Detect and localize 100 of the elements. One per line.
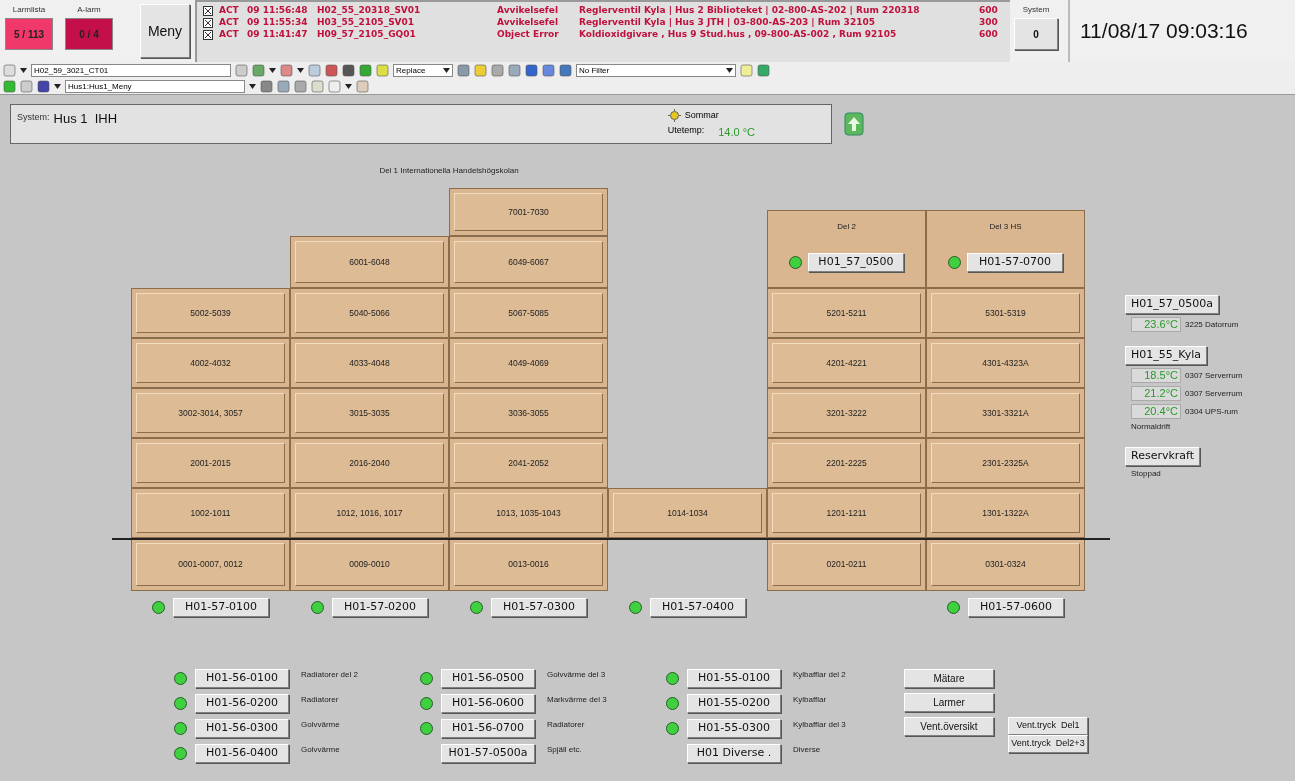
room-button[interactable]: 5002-5039 bbox=[136, 293, 285, 333]
room-button[interactable]: 1012, 1016, 1017 bbox=[295, 493, 444, 533]
controller-button[interactable]: H01-56-0100 bbox=[195, 669, 289, 688]
alarm-state: ACT bbox=[219, 16, 240, 30]
alarm-description: Reglerventil Kyla | Hus 3 JTH | 03-800-AS-203 | Rum 32105 bbox=[579, 16, 876, 30]
room-button[interactable]: 3015-3035 bbox=[295, 393, 444, 433]
controller-button[interactable]: H01-55-0100 bbox=[687, 669, 781, 688]
system-button[interactable]: Reservkraft bbox=[1125, 447, 1201, 466]
room-button[interactable]: 5301-5319 bbox=[931, 293, 1080, 333]
caret-icon[interactable] bbox=[54, 83, 61, 89]
caret-icon[interactable] bbox=[269, 67, 276, 73]
controller-button[interactable]: H01-57-0200 bbox=[332, 597, 428, 617]
controller-button[interactable]: H01-57-0600 bbox=[968, 597, 1064, 617]
controller-description: Radiatorer bbox=[301, 694, 339, 706]
room-button[interactable]: 1013, 1035-1043 bbox=[454, 493, 603, 533]
room-button[interactable]: 2301-2325A bbox=[931, 443, 1080, 483]
up-arrow-button[interactable] bbox=[844, 112, 864, 136]
controller-button[interactable]: H01-57-0400 bbox=[650, 597, 746, 617]
room-button[interactable]: 0009-0010 bbox=[295, 543, 444, 586]
controller-button[interactable]: H01-56-0600 bbox=[441, 694, 535, 713]
menu-button[interactable]: Vent.tryck Del1 bbox=[1008, 717, 1088, 735]
caret-icon[interactable] bbox=[20, 67, 27, 73]
room-button[interactable]: 5067-5085 bbox=[454, 293, 603, 333]
room-button[interactable]: 1014-1034 bbox=[613, 493, 762, 533]
room-button[interactable]: 6001-6048 bbox=[295, 241, 444, 283]
alarm-description: Reglerventil Kyla | Hus 2 Biblioteket | 02-800-AS-202 | Rum 220318 bbox=[579, 4, 921, 18]
room-button[interactable]: 5040-5066 bbox=[295, 293, 444, 333]
temperature-reading: 18.5°C bbox=[1131, 368, 1181, 383]
room-button[interactable]: 3201-3222 bbox=[772, 393, 921, 433]
alarm-state: ACT bbox=[219, 28, 240, 42]
season-label: Sommar bbox=[684, 109, 719, 122]
room-button[interactable]: 6049-6067 bbox=[454, 241, 603, 283]
room-button[interactable]: 2201-2225 bbox=[772, 443, 921, 483]
controller-button[interactable]: H01_57_0500 bbox=[808, 253, 904, 272]
caret-icon[interactable] bbox=[443, 67, 450, 73]
caret-icon[interactable] bbox=[249, 83, 256, 89]
room-button[interactable]: 2016-2040 bbox=[295, 443, 444, 483]
caret-icon[interactable] bbox=[726, 67, 733, 73]
room-button[interactable]: 4049-4069 bbox=[454, 343, 603, 383]
room-button[interactable]: 5201-5211 bbox=[772, 293, 921, 333]
controller-button[interactable]: H01-56-0200 bbox=[195, 694, 289, 713]
room-button[interactable]: 4301-4323A bbox=[931, 343, 1080, 383]
checkbox-icon[interactable] bbox=[203, 6, 213, 16]
alarm-type: Avvikelsefel bbox=[497, 16, 559, 30]
room-button[interactable]: 1201-1211 bbox=[772, 493, 921, 533]
section-title: Del 3 HS bbox=[989, 221, 1022, 233]
menu-button[interactable]: Mätare bbox=[904, 669, 994, 688]
menu-button[interactable]: Vent.tryck Del2+3 bbox=[1008, 735, 1088, 753]
room-button[interactable]: 2041-2052 bbox=[454, 443, 603, 483]
system-button[interactable]: H01_57_0500a bbox=[1125, 295, 1219, 314]
room-button[interactable]: 2001-2015 bbox=[136, 443, 285, 483]
menu-button[interactable]: Vent.översikt bbox=[904, 717, 994, 736]
caret-icon[interactable] bbox=[297, 67, 304, 73]
alarm-priority: 600 bbox=[979, 4, 998, 18]
room-label: 0307 Serverrum bbox=[1185, 369, 1243, 382]
controller-button[interactable]: H01-55-0300 bbox=[687, 719, 781, 738]
room-button[interactable]: 4002-4032 bbox=[136, 343, 285, 383]
system-button[interactable]: H01_55_Kyla bbox=[1125, 346, 1207, 365]
controller-button[interactable]: H01-56-0300 bbox=[195, 719, 289, 738]
controller-button[interactable]: H01-57-0300 bbox=[491, 597, 587, 617]
controller-button[interactable]: H01-55-0200 bbox=[687, 694, 781, 713]
room-button[interactable]: 0013-0016 bbox=[454, 543, 603, 586]
menu-button[interactable]: Meny bbox=[140, 4, 190, 58]
controller-description: Golvvärme del 3 bbox=[547, 669, 606, 681]
temperature-reading: 23.6°C bbox=[1131, 317, 1181, 332]
controller-button[interactable]: H01-56-0400 bbox=[195, 744, 289, 763]
room-button[interactable]: 1002-1011 bbox=[136, 493, 285, 533]
temperature-reading: 21.2°C bbox=[1131, 386, 1181, 401]
caret-icon[interactable] bbox=[345, 83, 352, 89]
room-button[interactable]: 7001-7030 bbox=[454, 193, 603, 231]
room-button[interactable]: 4201-4221 bbox=[772, 343, 921, 383]
room-button[interactable]: 0001-0007, 0012 bbox=[136, 543, 285, 586]
path-field[interactable]: Hus1:Hus1_Meny bbox=[65, 79, 245, 93]
controller-button[interactable]: H01 Diverse . bbox=[687, 744, 781, 763]
alarm-type: Avvikelsefel bbox=[497, 4, 559, 18]
room-button[interactable]: 3002-3014, 3057 bbox=[136, 393, 285, 433]
outdoor-temperature: 14.0 °C bbox=[718, 124, 755, 140]
controller-button[interactable]: H01-56-0700 bbox=[441, 719, 535, 738]
checkbox-icon[interactable] bbox=[203, 18, 213, 28]
alarm-counter[interactable]: 5 / 113 bbox=[5, 18, 53, 50]
object-field[interactable]: H02_59_3021_CT01 bbox=[31, 63, 231, 77]
checkbox-icon[interactable] bbox=[203, 30, 213, 40]
room-button[interactable]: 3301-3321A bbox=[931, 393, 1080, 433]
menu-button[interactable]: Larmer bbox=[904, 693, 994, 712]
room-button[interactable]: 4033-4048 bbox=[295, 343, 444, 383]
controller-button[interactable]: H01-57-0700 bbox=[967, 253, 1063, 272]
room-button[interactable]: 1301-1322A bbox=[931, 493, 1080, 533]
controller-description: Kylbafflar del 3 bbox=[793, 719, 846, 731]
system-name: Hus 1 IHH bbox=[53, 110, 118, 128]
counter-label: Larmlista bbox=[12, 4, 46, 16]
replace-dropdown[interactable]: Replace bbox=[393, 63, 453, 77]
controller-button[interactable]: H01-57-0500a bbox=[441, 744, 535, 763]
room-button[interactable]: 3036-3055 bbox=[454, 393, 603, 433]
alarm-tag: H09_57_2105_GQ01 bbox=[317, 28, 497, 42]
controller-button[interactable]: H01-57-0100 bbox=[173, 597, 269, 617]
controller-button[interactable]: H01-56-0500 bbox=[441, 669, 535, 688]
room-button[interactable]: 0201-0211 bbox=[772, 543, 921, 586]
filter-dropdown[interactable]: No Filter bbox=[576, 63, 736, 77]
room-button[interactable]: 0301-0324 bbox=[931, 543, 1080, 586]
system-button[interactable]: 0 bbox=[1014, 18, 1058, 50]
